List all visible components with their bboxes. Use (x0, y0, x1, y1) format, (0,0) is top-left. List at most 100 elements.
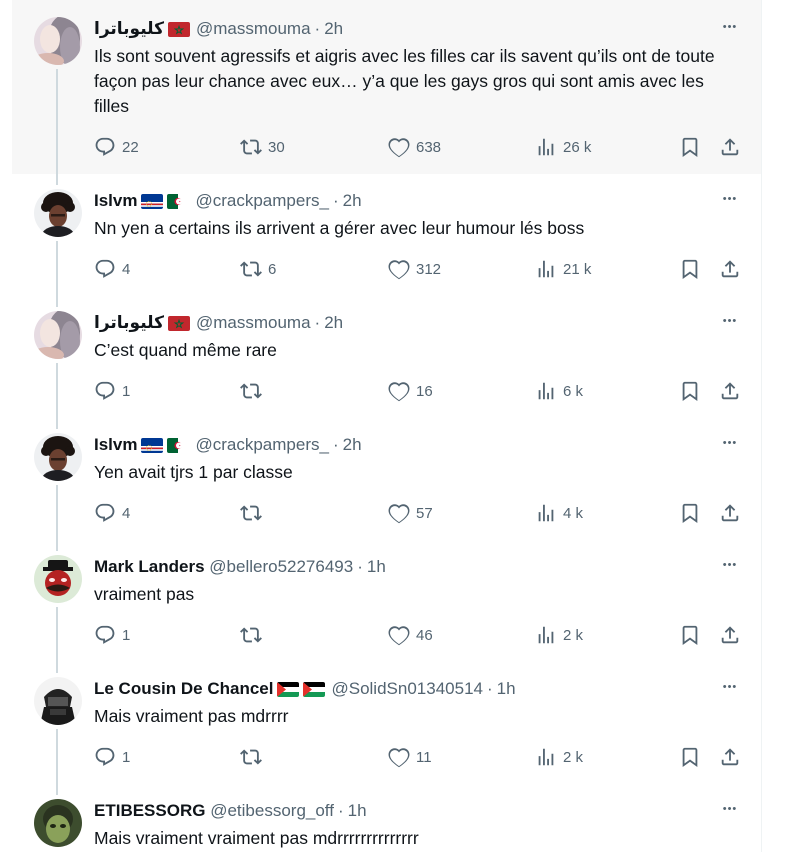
reply-button[interactable]: 4 (94, 501, 130, 525)
bookmark-button[interactable] (679, 379, 701, 403)
retweet-button[interactable]: 30 (240, 135, 285, 159)
separator-dot: · (314, 19, 321, 38)
timestamp[interactable]: 2h (324, 313, 343, 333)
display-name[interactable]: Islvm (94, 435, 137, 455)
green-face-avatar[interactable] (34, 799, 82, 847)
separator-dot: · (332, 435, 339, 454)
timestamp[interactable]: 2h (343, 191, 362, 211)
palestine-flag-icon (303, 681, 326, 697)
like-button[interactable]: 312 (388, 257, 441, 281)
reply-button[interactable]: 4 (94, 257, 130, 281)
user-handle[interactable]: @crackpampers_ (195, 191, 328, 211)
retweet-count: 30 (268, 138, 285, 156)
blurred-woman-avatar[interactable] (34, 311, 82, 359)
reply-button[interactable]: 22 (94, 135, 139, 159)
timestamp[interactable]: 1h (497, 679, 516, 699)
reply-count: 1 (122, 626, 131, 644)
more-icon[interactable]: ••• (713, 554, 747, 576)
retweet-button[interactable] (240, 745, 268, 769)
retweet-button[interactable]: 6 (240, 257, 276, 281)
display-name[interactable]: Islvm (94, 191, 137, 211)
share-button[interactable] (719, 623, 741, 647)
reply-button[interactable]: 1 (94, 623, 130, 647)
blurred-woman-avatar[interactable] (34, 17, 82, 65)
more-icon[interactable]: ••• (713, 676, 747, 698)
retweet-button[interactable] (240, 501, 268, 525)
like-count: 11 (416, 748, 432, 766)
user-handle[interactable]: @bellero52276493 (209, 557, 353, 577)
tweet-actions: 1 16 6 k (94, 379, 754, 403)
display-name[interactable]: Le Cousin De Chancel (94, 679, 273, 699)
display-name[interactable]: كليوباترا (94, 313, 164, 333)
display-name[interactable]: ETIBESSORG (94, 801, 205, 821)
like-button[interactable]: 11 (388, 745, 432, 769)
retweet-icon (240, 136, 262, 158)
more-icon[interactable]: ••• (713, 432, 747, 454)
user-handle[interactable]: @crackpampers_ (195, 435, 328, 455)
like-button[interactable]: 638 (388, 135, 441, 159)
timestamp[interactable]: 1h (367, 557, 386, 577)
user-handle[interactable]: @massmouma (196, 313, 311, 333)
display-name[interactable]: Mark Landers (94, 557, 205, 577)
timestamp[interactable]: 2h (343, 435, 362, 455)
bookmark-button[interactable] (679, 745, 701, 769)
views-button[interactable]: 21 k (535, 257, 591, 281)
retweet-button[interactable] (240, 379, 268, 403)
retweet-icon (240, 624, 262, 646)
more-icon[interactable]: ••• (713, 798, 747, 820)
like-count: 312 (416, 260, 442, 278)
reply-button[interactable]: 1 (94, 745, 130, 769)
timestamp[interactable]: 2h (324, 19, 343, 39)
reply-icon (94, 136, 116, 158)
display-name[interactable]: كليوباترا (94, 19, 164, 39)
soldier-avatar[interactable] (34, 677, 82, 725)
views-button[interactable]: 2 k (535, 623, 583, 647)
share-button[interactable] (719, 745, 741, 769)
tweet-header: كليوباترا @massmouma · 2h (94, 18, 741, 40)
curly-hair-man-avatar[interactable] (34, 433, 82, 481)
bookmark-button[interactable] (679, 501, 701, 525)
views-button[interactable]: 2 k (535, 745, 583, 769)
reply-icon (94, 746, 116, 768)
bookmark-button[interactable] (679, 135, 701, 159)
more-icon[interactable]: ••• (713, 188, 747, 210)
reply-button[interactable]: 1 (94, 379, 130, 403)
heart-icon (388, 502, 410, 524)
like-count: 46 (416, 626, 433, 644)
views-icon (535, 624, 557, 646)
share-icon (719, 624, 741, 646)
name-flags (167, 315, 190, 331)
curly-hair-man-avatar[interactable] (34, 189, 82, 237)
user-handle[interactable]: @massmouma (196, 19, 311, 39)
red-devil-avatar[interactable] (34, 555, 82, 603)
name-flags (277, 681, 326, 697)
share-button[interactable] (719, 501, 741, 525)
bookmark-icon (679, 502, 701, 524)
views-count: 6 k (563, 382, 584, 400)
reply-icon (94, 624, 116, 646)
timestamp[interactable]: 1h (348, 801, 367, 821)
like-button[interactable]: 46 (388, 623, 433, 647)
like-button[interactable]: 16 (388, 379, 433, 403)
user-handle[interactable]: @SolidSn01340514 (331, 679, 483, 699)
views-button[interactable]: 6 k (535, 379, 583, 403)
share-button[interactable] (719, 379, 741, 403)
bookmark-button[interactable] (679, 257, 701, 281)
views-button[interactable]: 4 k (535, 501, 583, 525)
tweet-text: Mais vraiment pas mdrrrr (94, 706, 289, 726)
share-button[interactable] (719, 135, 741, 159)
heart-icon (388, 136, 410, 158)
thread-connector-line (56, 69, 58, 185)
more-icon[interactable]: ••• (713, 310, 747, 332)
like-button[interactable]: 57 (388, 501, 433, 525)
share-icon (719, 746, 741, 768)
tweet-text: Mais vraiment vraiment pas mdrrrrrrrrrrr… (94, 828, 419, 848)
retweet-button[interactable] (240, 623, 268, 647)
share-button[interactable] (719, 257, 741, 281)
user-handle[interactable]: @etibessorg_off (210, 801, 334, 821)
bookmark-button[interactable] (679, 623, 701, 647)
palestine-flag-icon (277, 681, 300, 697)
views-button[interactable]: 26 k (535, 135, 591, 159)
tweet-header: Islvm @crackpampers_ · 2h (94, 434, 741, 456)
more-icon[interactable]: ••• (713, 16, 747, 38)
